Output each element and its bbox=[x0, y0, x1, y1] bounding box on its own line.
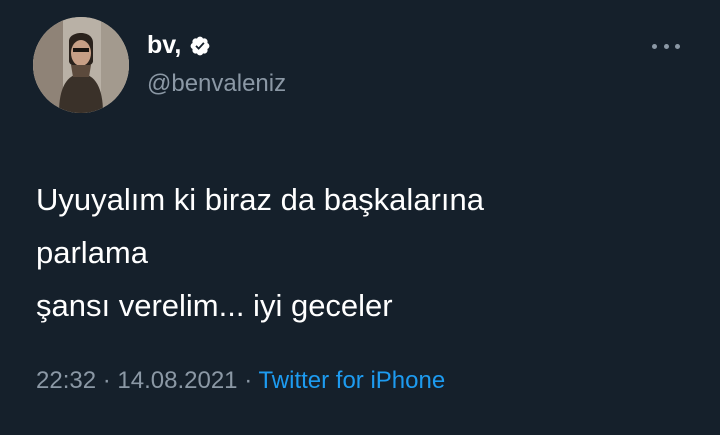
tweet-text-line: parlama bbox=[36, 235, 148, 270]
tweet-card: bv, @benvaleniz Uyuyalım ki biraz da baş… bbox=[0, 0, 720, 435]
tweet-meta: 22:32 · 14.08.2021 · Twitter for iPhone bbox=[36, 369, 445, 393]
tweet-text-line: şansı verelim... iyi geceler bbox=[36, 288, 393, 323]
more-horizontal-icon bbox=[652, 43, 657, 49]
display-name[interactable]: bv, bbox=[147, 33, 181, 58]
avatar[interactable] bbox=[33, 17, 129, 113]
tweet-text-line: Uyuyalım ki biraz da başkalarına bbox=[36, 182, 484, 217]
tweet-time[interactable]: 22:32 bbox=[36, 367, 96, 394]
more-options-button[interactable] bbox=[652, 36, 680, 56]
user-handle[interactable]: @benvaleniz bbox=[147, 72, 286, 96]
more-horizontal-icon bbox=[663, 43, 669, 49]
tweet-source-link[interactable]: Twitter for iPhone bbox=[258, 367, 445, 394]
meta-separator: · bbox=[102, 367, 111, 394]
tweet-text: Uyuyalım ki biraz da başkalarına parlama… bbox=[36, 173, 676, 332]
more-horizontal-icon bbox=[675, 43, 680, 49]
display-name-row: bv, bbox=[147, 33, 211, 58]
meta-separator: · bbox=[244, 367, 253, 394]
avatar-photo bbox=[33, 17, 129, 113]
verified-badge-icon bbox=[189, 35, 211, 57]
tweet-date[interactable]: 14.08.2021 bbox=[117, 367, 237, 394]
